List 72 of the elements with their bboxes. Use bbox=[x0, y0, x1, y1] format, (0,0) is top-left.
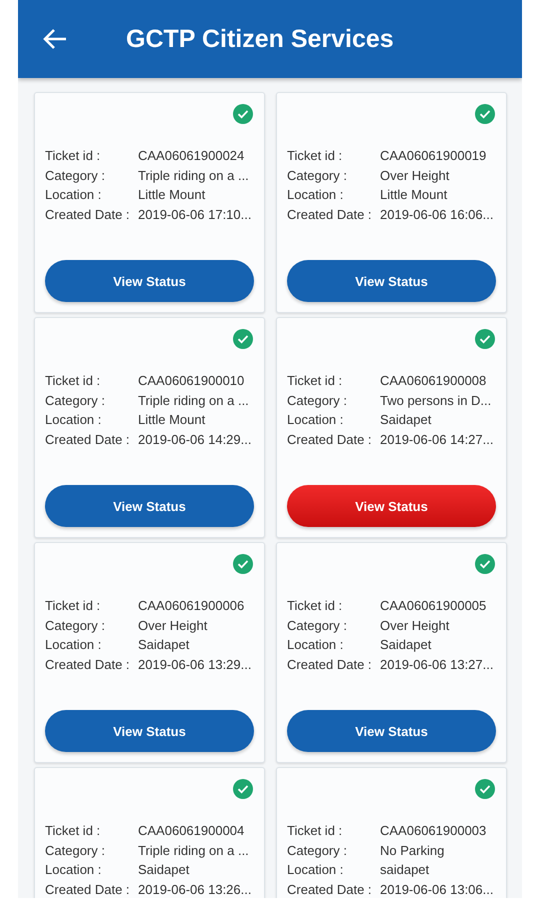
view-status-button[interactable]: View Status bbox=[45, 485, 254, 527]
field-label: Ticket id : bbox=[45, 372, 102, 390]
field-value: Two persons in D... bbox=[379, 392, 492, 410]
field-label: Created Date : bbox=[45, 206, 131, 224]
field-value: Saidapet bbox=[379, 636, 432, 654]
field-value: Little Mount bbox=[137, 186, 206, 204]
field-label: Category : bbox=[45, 392, 106, 410]
field-label: Location : bbox=[287, 636, 344, 654]
field-label: Created Date : bbox=[45, 880, 131, 898]
field-label: Ticket id : bbox=[45, 822, 102, 840]
field-value: 2019-06-06 13:27... bbox=[379, 656, 494, 674]
field-label: Created Date : bbox=[287, 430, 373, 448]
field-label: Created Date : bbox=[287, 880, 373, 898]
field-label: Category : bbox=[45, 166, 106, 185]
field-value: 2019-06-06 14:27... bbox=[379, 430, 494, 448]
field-label: Location : bbox=[45, 636, 102, 654]
field-label: Category : bbox=[45, 616, 106, 635]
field-label: Category : bbox=[287, 166, 348, 185]
field-value: Saidapet bbox=[137, 636, 190, 654]
field-value: CAA06061900024 bbox=[137, 147, 244, 165]
field-value: Triple riding on a ... bbox=[137, 166, 249, 185]
field-value: Over Height bbox=[379, 166, 450, 185]
field-label: Created Date : bbox=[287, 656, 373, 674]
field-label: Created Date : bbox=[287, 206, 373, 224]
field-value: CAA06061900004 bbox=[137, 822, 244, 840]
field-value: CAA06061900006 bbox=[137, 597, 244, 615]
field-value: 2019-06-06 14:29... bbox=[137, 430, 252, 448]
view-status-button[interactable]: View Status bbox=[287, 260, 496, 302]
field-value: Saidapet bbox=[379, 411, 432, 429]
view-status-button[interactable]: View Status bbox=[45, 710, 254, 752]
field-label: Ticket id : bbox=[287, 147, 344, 165]
back-arrow-icon bbox=[43, 28, 67, 50]
view-status-button[interactable]: View Status bbox=[287, 485, 496, 527]
field-label: Ticket id : bbox=[45, 597, 102, 615]
field-label: Category : bbox=[287, 392, 348, 410]
field-label: Category : bbox=[287, 842, 348, 860]
field-label: Location : bbox=[287, 411, 344, 429]
field-label: Ticket id : bbox=[287, 372, 344, 390]
field-value: CAA06061900008 bbox=[379, 372, 486, 390]
app-title: GCTP Citizen Services bbox=[126, 24, 394, 54]
field-label: Category : bbox=[287, 616, 348, 635]
field-label: Created Date : bbox=[45, 656, 131, 674]
field-value: saidapet bbox=[379, 861, 430, 879]
field-value: Over Height bbox=[137, 616, 208, 635]
field-value: 2019-06-06 16:06... bbox=[379, 206, 494, 224]
field-value: Little Mount bbox=[379, 186, 448, 204]
view-status-button[interactable]: View Status bbox=[45, 260, 254, 302]
field-label: Location : bbox=[287, 186, 344, 204]
field-label: Location : bbox=[45, 186, 102, 204]
field-value: 2019-06-06 13:06... bbox=[379, 880, 494, 898]
field-label: Location : bbox=[45, 861, 102, 879]
field-value: CAA06061900003 bbox=[379, 822, 486, 840]
field-label: Ticket id : bbox=[287, 822, 344, 840]
field-label: Created Date : bbox=[45, 430, 131, 448]
field-label: Location : bbox=[287, 861, 344, 879]
view-status-button[interactable]: View Status bbox=[287, 710, 496, 752]
field-value: CAA06061900010 bbox=[137, 372, 244, 390]
field-value: Triple riding on a ... bbox=[137, 392, 249, 410]
field-value: 2019-06-06 13:29... bbox=[137, 656, 252, 674]
field-label: Location : bbox=[45, 411, 102, 429]
field-label: Ticket id : bbox=[45, 147, 102, 165]
field-value: CAA06061900019 bbox=[379, 147, 486, 165]
field-label: Category : bbox=[45, 842, 106, 860]
field-value: No Parking bbox=[379, 842, 444, 860]
field-value: Saidapet bbox=[137, 861, 190, 879]
field-value: Little Mount bbox=[137, 411, 206, 429]
field-value: 2019-06-06 13:26... bbox=[137, 880, 252, 898]
field-value: CAA06061900005 bbox=[379, 597, 486, 615]
field-value: 2019-06-06 17:10... bbox=[137, 206, 252, 224]
field-label: Ticket id : bbox=[287, 597, 344, 615]
field-value: Over Height bbox=[379, 616, 450, 635]
field-value: Triple riding on a ... bbox=[137, 842, 249, 860]
